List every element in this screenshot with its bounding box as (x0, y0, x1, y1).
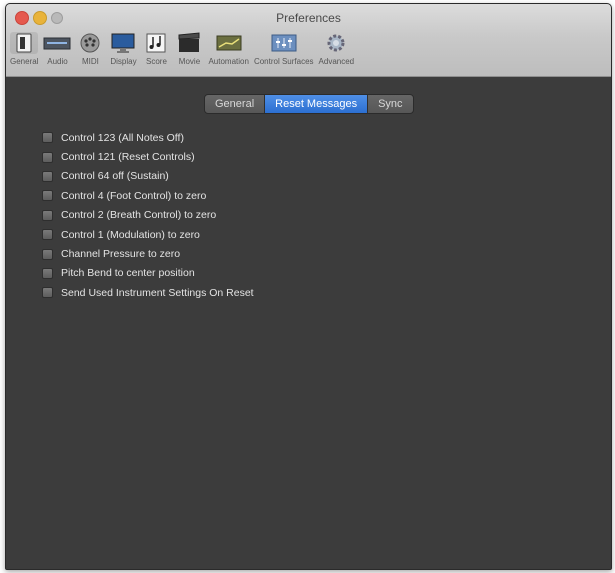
option-control-2[interactable]: Control 2 (Breath Control) to zero (42, 206, 254, 225)
advanced-icon (322, 32, 350, 54)
checkbox[interactable] (42, 229, 53, 241)
tab-general[interactable]: General (205, 95, 266, 113)
control-surfaces-icon (270, 32, 298, 54)
checkbox[interactable] (42, 248, 53, 260)
midi-icon (76, 32, 104, 54)
preferences-window: Preferences General Audio MIDI Display S… (5, 3, 612, 570)
checkbox[interactable] (42, 170, 53, 182)
checkbox[interactable] (42, 151, 53, 163)
tab-bar: General Reset Messages Sync (204, 94, 414, 114)
reset-messages-list: Control 123 (All Notes Off) Control 121 … (42, 128, 254, 303)
audio-icon (43, 32, 71, 54)
tab-reset-messages[interactable]: Reset Messages (265, 95, 369, 113)
option-control-123[interactable]: Control 123 (All Notes Off) (42, 128, 254, 147)
preferences-content: General Reset Messages Sync Control 123 … (6, 77, 611, 569)
toolbar-item-midi[interactable]: MIDI (76, 32, 104, 66)
option-control-4[interactable]: Control 4 (Foot Control) to zero (42, 186, 254, 205)
option-send-instrument-settings[interactable]: Send Used Instrument Settings On Reset (42, 283, 254, 302)
display-icon (109, 32, 137, 54)
general-icon (10, 32, 39, 54)
toolbar-item-audio[interactable]: Audio (43, 32, 71, 66)
option-channel-pressure[interactable]: Channel Pressure to zero (42, 244, 254, 263)
toolbar-item-score[interactable]: Score (142, 32, 170, 66)
automation-icon (215, 32, 243, 54)
checkbox[interactable] (42, 132, 53, 144)
window-title: Preferences (276, 11, 341, 25)
tab-sync[interactable]: Sync (368, 95, 412, 113)
toolbar-item-movie[interactable]: Movie (175, 32, 203, 66)
toolbar-item-control-surfaces[interactable]: Control Surfaces (254, 32, 314, 66)
option-control-121[interactable]: Control 121 (Reset Controls) (42, 147, 254, 166)
toolbar-item-general[interactable]: General (10, 32, 38, 66)
movie-icon (175, 32, 203, 54)
title-bar: Preferences General Audio MIDI Display S… (6, 4, 611, 77)
option-control-1[interactable]: Control 1 (Modulation) to zero (42, 225, 254, 244)
checkbox[interactable] (42, 190, 53, 202)
checkbox[interactable] (42, 287, 53, 299)
toolbar-item-automation[interactable]: Automation (208, 32, 249, 66)
option-control-64[interactable]: Control 64 off (Sustain) (42, 167, 254, 186)
toolbar-item-advanced[interactable]: Advanced (319, 32, 354, 66)
toolbar-item-display[interactable]: Display (109, 32, 137, 66)
checkbox[interactable] (42, 209, 53, 221)
option-pitch-bend[interactable]: Pitch Bend to center position (42, 264, 254, 283)
checkbox[interactable] (42, 267, 53, 279)
preferences-toolbar: General Audio MIDI Display Score Movie A… (10, 32, 359, 74)
score-icon (142, 32, 170, 54)
